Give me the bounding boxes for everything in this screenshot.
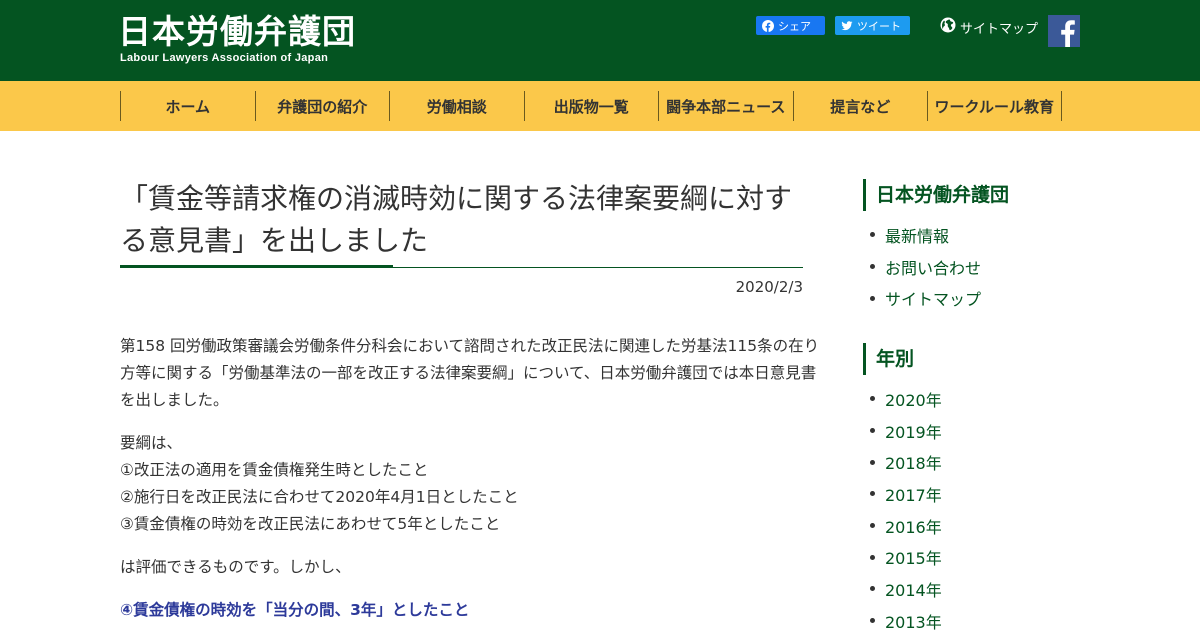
article-paragraph-intro: 第158 回労働政策審議会労働条件分科会において諮問された改正民法に関連した労基… [120,337,820,409]
header-sitemap-link[interactable]: サイトマップ [940,17,1038,37]
sidebar-link-contact[interactable]: お問い合わせ [868,251,981,283]
nav-item-news[interactable]: 闘争本部ニュース [658,91,793,121]
site-header: 日本労働弁護団 Labour Lawyers Association of Ja… [0,0,1200,81]
sidebar-heading-years: 年別 [863,343,1123,375]
facebook-icon [762,19,774,32]
tweet-label: ツイート [857,19,901,33]
year-link[interactable]: 2015年 [868,541,942,573]
nav-item-about[interactable]: 弁護団の紹介 [254,91,390,121]
site-logo-title[interactable]: 日本労働弁護団 [118,12,356,52]
year-link[interactable]: 2019年 [868,415,942,447]
facebook-share-label: シェア [778,19,811,33]
year-link[interactable]: 2017年 [868,478,942,510]
header-sitemap-label: サイトマップ [960,21,1039,37]
facebook-share-button[interactable]: シェア [756,16,825,35]
nav-item-proposals[interactable]: 提言など [792,91,928,121]
sidebar-links: 最新情報 お問い合わせ サイトマップ [868,219,981,314]
nav-list: ホーム 弁護団の紹介 労働相談 出版物一覧 闘争本部ニュース 提言など ワークル… [120,91,1062,121]
nav-item-publications[interactable]: 出版物一覧 [523,91,659,121]
nav-item-home[interactable]: ホーム [120,91,255,121]
article-title: 「賃金等請求権の消滅時効に関する法律案要綱に対する意見書」を出しました [120,182,793,257]
globe-icon [940,17,956,37]
title-divider-accent [120,265,393,268]
year-link[interactable]: 2014年 [868,573,942,605]
points-line: ②施行日を改正民法に合わせて2020年4月1日としたこと [120,488,519,506]
year-link[interactable]: 2016年 [868,510,942,542]
twitter-bird-icon [841,20,853,32]
facebook-page-icon[interactable] [1048,15,1080,47]
year-link[interactable]: 2020年 [868,383,942,415]
article-paragraph-evaluation: は評価できるものです。しかし、 [120,558,351,576]
year-link[interactable]: 2013年 [868,605,942,637]
points-line: ①改正法の適用を賃金債権発生時としたこと [120,461,429,479]
global-nav: ホーム 弁護団の紹介 労働相談 出版物一覧 闘争本部ニュース 提言など ワークル… [0,81,1200,131]
sidebar-heading-org: 日本労働弁護団 [863,179,1123,211]
article-paragraph-points: 要綱は、 ①改正法の適用を賃金債権発生時としたこと ②施行日を改正民法に合わせて… [120,430,820,538]
sidebar-link-latest[interactable]: 最新情報 [868,219,981,251]
points-line: ③賃金債権の時効を改正民法にあわせて5年としたこと [120,515,501,533]
tweet-button[interactable]: ツイート [835,16,910,35]
sidebar-link-sitemap[interactable]: サイトマップ [868,282,981,314]
article-highlight-point: ④賃金債権の時効を「当分の間、3年」としたこと [120,601,470,619]
year-link[interactable]: 2018年 [868,446,942,478]
nav-item-consultation[interactable]: 労働相談 [389,91,524,121]
post-date: 2020/2/3 [735,278,803,296]
year-archive-list: 2020年 2019年 2018年 2017年 2016年 2015年 2014… [868,383,942,637]
nav-item-workrule-education[interactable]: ワークルール教育 [927,91,1062,121]
site-logo-subtitle[interactable]: Labour Lawyers Association of Japan [120,52,328,64]
points-line: 要綱は、 [120,434,183,452]
